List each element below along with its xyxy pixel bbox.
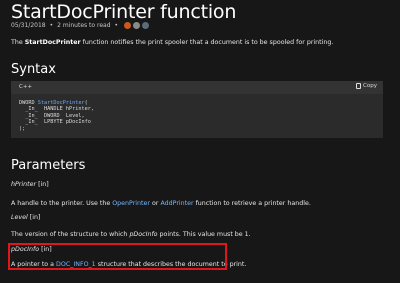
- code-token: Level,: [65, 112, 85, 119]
- param-direction: [in]: [36, 181, 49, 188]
- param-name: Level: [11, 214, 28, 221]
- code-token: hPrinter,: [65, 106, 94, 113]
- article-date: 05/31/2018: [11, 22, 46, 29]
- desc-emphasis: pDocInfo: [129, 231, 158, 238]
- copy-button[interactable]: Copy: [356, 83, 377, 89]
- meta-separator: •: [49, 22, 54, 29]
- code-token: (: [84, 100, 88, 106]
- code-token: pDocInfo: [65, 119, 91, 126]
- param-level-description: The version of the structure to which pD…: [11, 231, 251, 238]
- contributor-avatar[interactable]: [142, 22, 150, 29]
- code-block-header: C++ Copy: [11, 81, 383, 94]
- intro-text: The: [11, 39, 25, 46]
- page-title: StartDocPrinter function: [11, 1, 237, 23]
- intro-function-name: StartDocPrinter: [24, 39, 81, 46]
- desc-text: function to retrieve a printer handle.: [193, 200, 311, 207]
- desc-text: points. This value must be 1.: [157, 231, 251, 238]
- code-line: );: [19, 126, 383, 132]
- code-token: _In_ DWORD: [19, 112, 66, 119]
- syntax-heading: Syntax: [11, 62, 56, 77]
- param-hprinter-description: A handle to the printer. Use the OpenPri…: [11, 200, 311, 207]
- highlight-annotation-box: [8, 243, 227, 270]
- param-level-title: Level [in]: [11, 214, 40, 221]
- intro-paragraph: The StartDocPrinter function notifies th…: [11, 39, 333, 46]
- copy-label: Copy: [363, 83, 377, 89]
- intro-text-suffix: function notifies the print spooler that…: [80, 39, 334, 46]
- code-block: C++ Copy DWORD StartDocPrinter( _In_ HAN…: [11, 81, 383, 138]
- code-token: _In_ LPBYTE: [19, 119, 66, 126]
- article-metadata: 05/31/2018 • 2 minutes to read •: [11, 22, 150, 29]
- contributors[interactable]: [124, 22, 150, 29]
- desc-text: A handle to the printer. Use the: [11, 200, 113, 207]
- meta-separator-2: •: [114, 22, 119, 29]
- desc-text: The version of the structure to which: [11, 231, 130, 238]
- openprinter-link[interactable]: OpenPrinter: [112, 200, 150, 207]
- param-hprinter-title: hPrinter [in]: [11, 181, 49, 188]
- desc-text: or: [150, 200, 161, 207]
- code-content: DWORD StartDocPrinter( _In_ HANDLE hPrin…: [11, 94, 383, 132]
- param-direction: [in]: [27, 214, 41, 221]
- param-name: hPrinter: [11, 181, 37, 188]
- code-token: _In_ HANDLE: [19, 106, 66, 113]
- copy-icon: [356, 83, 362, 89]
- code-function-name: StartDocPrinter: [37, 100, 85, 106]
- code-language-label: C++: [19, 84, 33, 90]
- code-token: );: [19, 125, 26, 132]
- contributor-avatar[interactable]: [124, 22, 132, 29]
- read-time: 2 minutes to read: [57, 22, 111, 29]
- addprinter-link[interactable]: AddPrinter: [160, 200, 193, 207]
- parameters-heading: Parameters: [11, 158, 86, 173]
- code-token: DWORD: [19, 100, 38, 106]
- contributor-avatar[interactable]: [133, 22, 141, 29]
